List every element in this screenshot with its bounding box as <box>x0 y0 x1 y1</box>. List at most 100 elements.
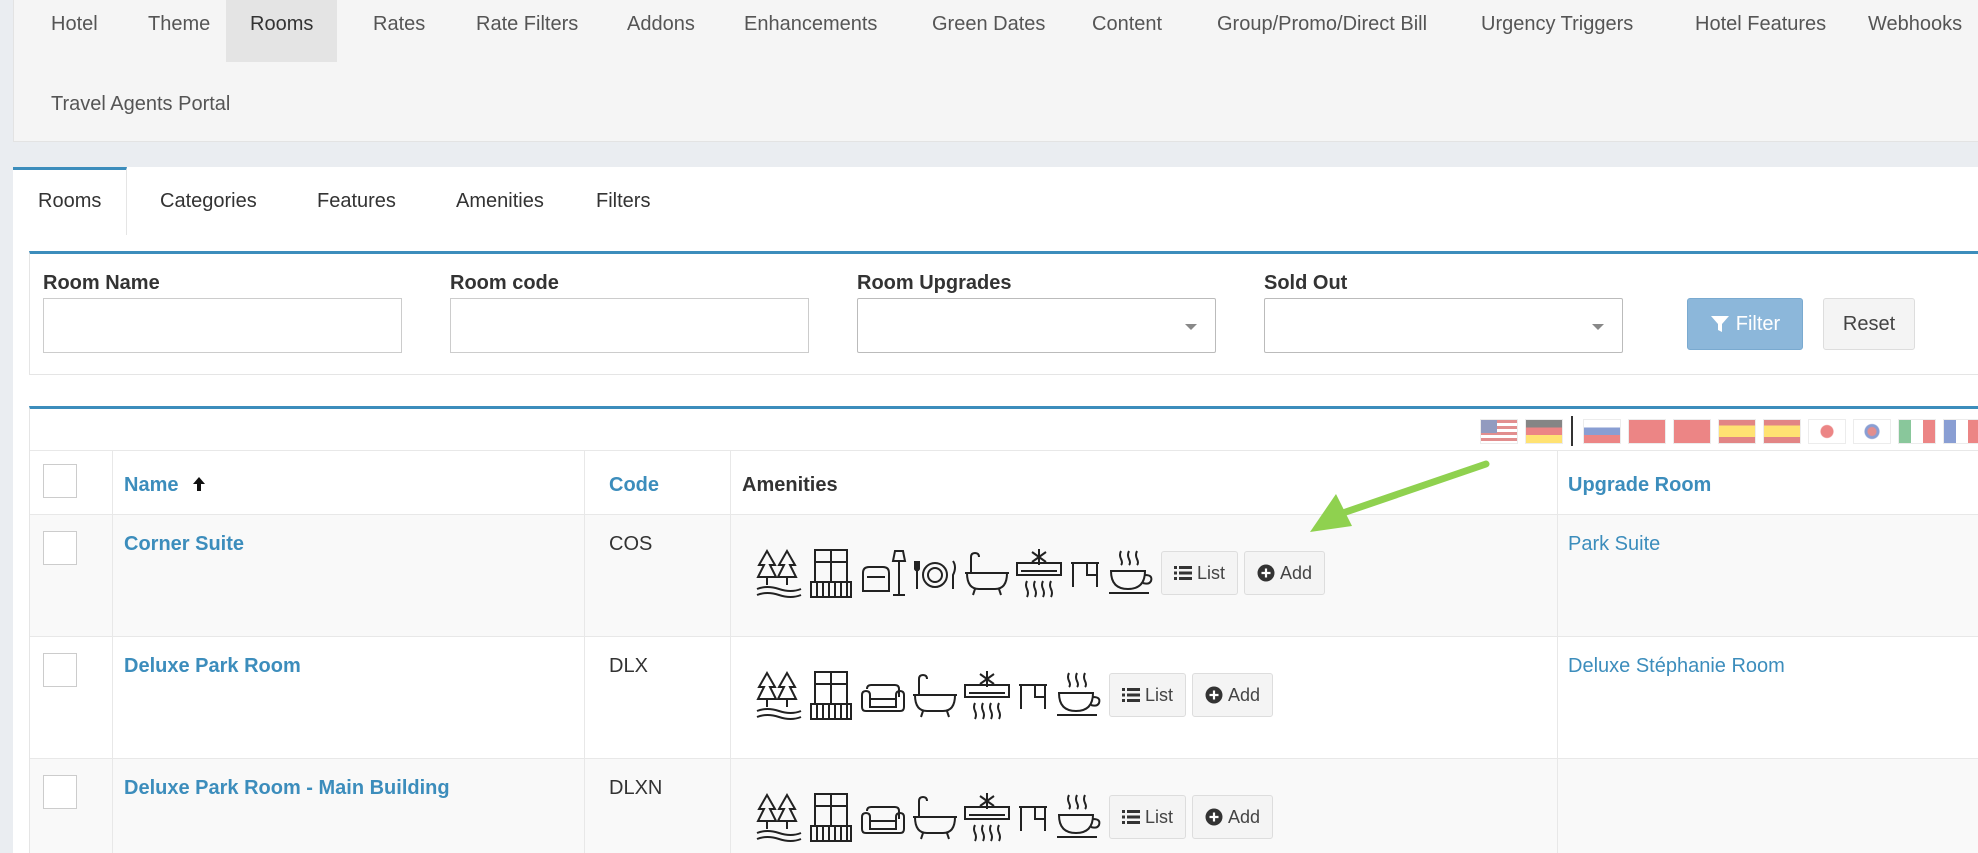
coffee-cup-icon <box>1109 550 1153 594</box>
name-column-header[interactable]: Name <box>124 474 208 497</box>
filter-button[interactable]: Filter <box>1687 298 1803 350</box>
filter-button-label: Filter <box>1735 312 1781 335</box>
nav-tab-content[interactable]: Content <box>1068 0 1186 48</box>
flag-fr-icon[interactable] <box>1943 419 1978 444</box>
row-checkbox[interactable] <box>43 775 77 809</box>
room-code: DLXN <box>609 777 663 799</box>
subtab-filters[interactable]: Filters <box>571 167 675 235</box>
room-code-input[interactable] <box>450 298 809 353</box>
filter-form: Room Name Room code Room Upgrades Sold O… <box>29 251 1978 375</box>
flag-tw-icon[interactable] <box>1673 419 1711 444</box>
amenities-list-button[interactable]: List <box>1161 551 1239 595</box>
nav-tab-hotel[interactable]: Hotel <box>27 0 122 48</box>
divider <box>1571 416 1573 446</box>
flag-it-icon[interactable] <box>1898 419 1936 444</box>
subtab-categories[interactable]: Categories <box>135 167 282 235</box>
sold-out-label: Sold Out <box>1264 272 1348 294</box>
language-flags <box>1480 416 1978 446</box>
nav-tab-theme[interactable]: Theme <box>124 0 234 48</box>
desk-icon <box>1019 684 1047 709</box>
room-name-input[interactable] <box>43 298 402 353</box>
row-checkbox[interactable] <box>43 531 77 565</box>
subtab-amenities[interactable]: Amenities <box>431 167 569 235</box>
plus-circle-icon <box>1205 686 1223 704</box>
nav-tab-hotel-features[interactable]: Hotel Features <box>1671 0 1850 48</box>
room-name-link[interactable]: Deluxe Park Room - Main Building <box>124 777 450 800</box>
flag-cn-icon[interactable] <box>1628 419 1666 444</box>
room-name-link[interactable]: Deluxe Park Room <box>124 655 301 678</box>
nav-tab-urgency-triggers[interactable]: Urgency Triggers <box>1457 0 1657 48</box>
amenities-add-button[interactable]: Add <box>1192 795 1274 839</box>
bathtub-icon <box>913 673 957 718</box>
park-view-icon <box>756 548 802 598</box>
nav-tab-rooms[interactable]: Rooms <box>226 0 338 62</box>
amenities-list: List Add <box>755 543 1326 603</box>
chevron-down-icon <box>1592 324 1604 330</box>
list-icon <box>1122 810 1140 824</box>
code-column-header[interactable]: Code <box>609 474 659 497</box>
armchair-lamp-icon <box>862 550 907 596</box>
flag-ru-icon[interactable] <box>1583 419 1621 444</box>
list-button-label: List <box>1197 562 1226 583</box>
select-all-checkbox[interactable] <box>43 464 77 498</box>
balcony-icon <box>810 549 852 598</box>
room-code: COS <box>609 533 653 555</box>
annotation-arrow-icon <box>1310 460 1490 532</box>
upgrade-room-link[interactable]: Park Suite <box>1568 533 1660 556</box>
sofa-icon <box>861 806 905 834</box>
subtab-rooms[interactable]: Rooms <box>13 167 128 235</box>
flag-jp-icon[interactable] <box>1808 419 1846 444</box>
amenities-add-button[interactable]: Add <box>1244 551 1326 595</box>
coffee-cup-icon <box>1057 672 1101 716</box>
flag-es-icon[interactable] <box>1718 419 1756 444</box>
flag-es-alt-icon[interactable] <box>1763 419 1801 444</box>
flag-kr-icon[interactable] <box>1853 419 1891 444</box>
room-code: DLX <box>609 655 648 677</box>
rooms-panel: Rooms Categories Features Amenities Filt… <box>13 167 1978 853</box>
nav-tab-enhancements[interactable]: Enhancements <box>720 0 901 48</box>
room-name-link[interactable]: Corner Suite <box>124 533 244 556</box>
rooms-table: Name Code Amenities Upgrade Room Corner … <box>29 406 1978 853</box>
upgrade-room-column-header[interactable]: Upgrade Room <box>1568 474 1711 497</box>
sold-out-select[interactable] <box>1264 298 1623 353</box>
reset-button[interactable]: Reset <box>1823 298 1915 350</box>
balcony-icon <box>810 793 852 842</box>
amenities-column-header: Amenities <box>742 474 838 496</box>
sort-ascending-icon <box>193 477 206 491</box>
add-button-label: Add <box>1228 684 1261 705</box>
nav-tab-group-promo[interactable]: Group/Promo/Direct Bill <box>1193 0 1451 48</box>
amenities-add-button[interactable]: Add <box>1192 673 1274 717</box>
list-button-label: List <box>1145 684 1174 705</box>
subtab-features[interactable]: Features <box>292 167 421 235</box>
row-checkbox[interactable] <box>43 653 77 687</box>
sub-tabs: Rooms Categories Features Amenities Filt… <box>13 167 1978 235</box>
nav-tab-green-dates[interactable]: Green Dates <box>908 0 1069 48</box>
nav-tab-rate-filters[interactable]: Rate Filters <box>452 0 602 48</box>
amenities-list-button[interactable]: List <box>1109 795 1187 839</box>
nav-tab-webhooks[interactable]: Webhooks <box>1844 0 1978 48</box>
table-row: Corner Suite COS List Add Park Suite <box>30 514 1978 636</box>
room-upgrades-select[interactable] <box>857 298 1216 353</box>
amenities-list: List Add <box>755 665 1274 725</box>
park-view-icon <box>756 670 802 720</box>
amenities-list: List Add <box>755 787 1274 847</box>
nav-tab-addons[interactable]: Addons <box>603 0 719 48</box>
air-conditioning-icon <box>1016 549 1062 598</box>
air-conditioning-icon <box>964 793 1010 842</box>
nav-tab-rates[interactable]: Rates <box>349 0 449 48</box>
flag-de-icon[interactable] <box>1525 419 1563 444</box>
list-button-label: List <box>1145 806 1174 827</box>
desk-icon <box>1019 806 1047 831</box>
amenities-list-button[interactable]: List <box>1109 673 1187 717</box>
chevron-down-icon <box>1185 324 1197 330</box>
table-row: Deluxe Park Room DLX List Add Deluxe Sté… <box>30 636 1978 758</box>
room-name-label: Room Name <box>43 272 160 294</box>
plus-circle-icon <box>1257 564 1275 582</box>
add-button-label: Add <box>1228 806 1261 827</box>
top-navigation: Hotel Theme Rooms Rates Rate Filters Add… <box>13 0 1978 142</box>
room-upgrades-label: Room Upgrades <box>857 272 1012 294</box>
nav-tab-travel-agents-portal[interactable]: Travel Agents Portal <box>27 80 254 128</box>
room-code-label: Room code <box>450 272 559 294</box>
upgrade-room-link[interactable]: Deluxe Stéphanie Room <box>1568 655 1785 678</box>
flag-us-icon[interactable] <box>1480 419 1518 444</box>
